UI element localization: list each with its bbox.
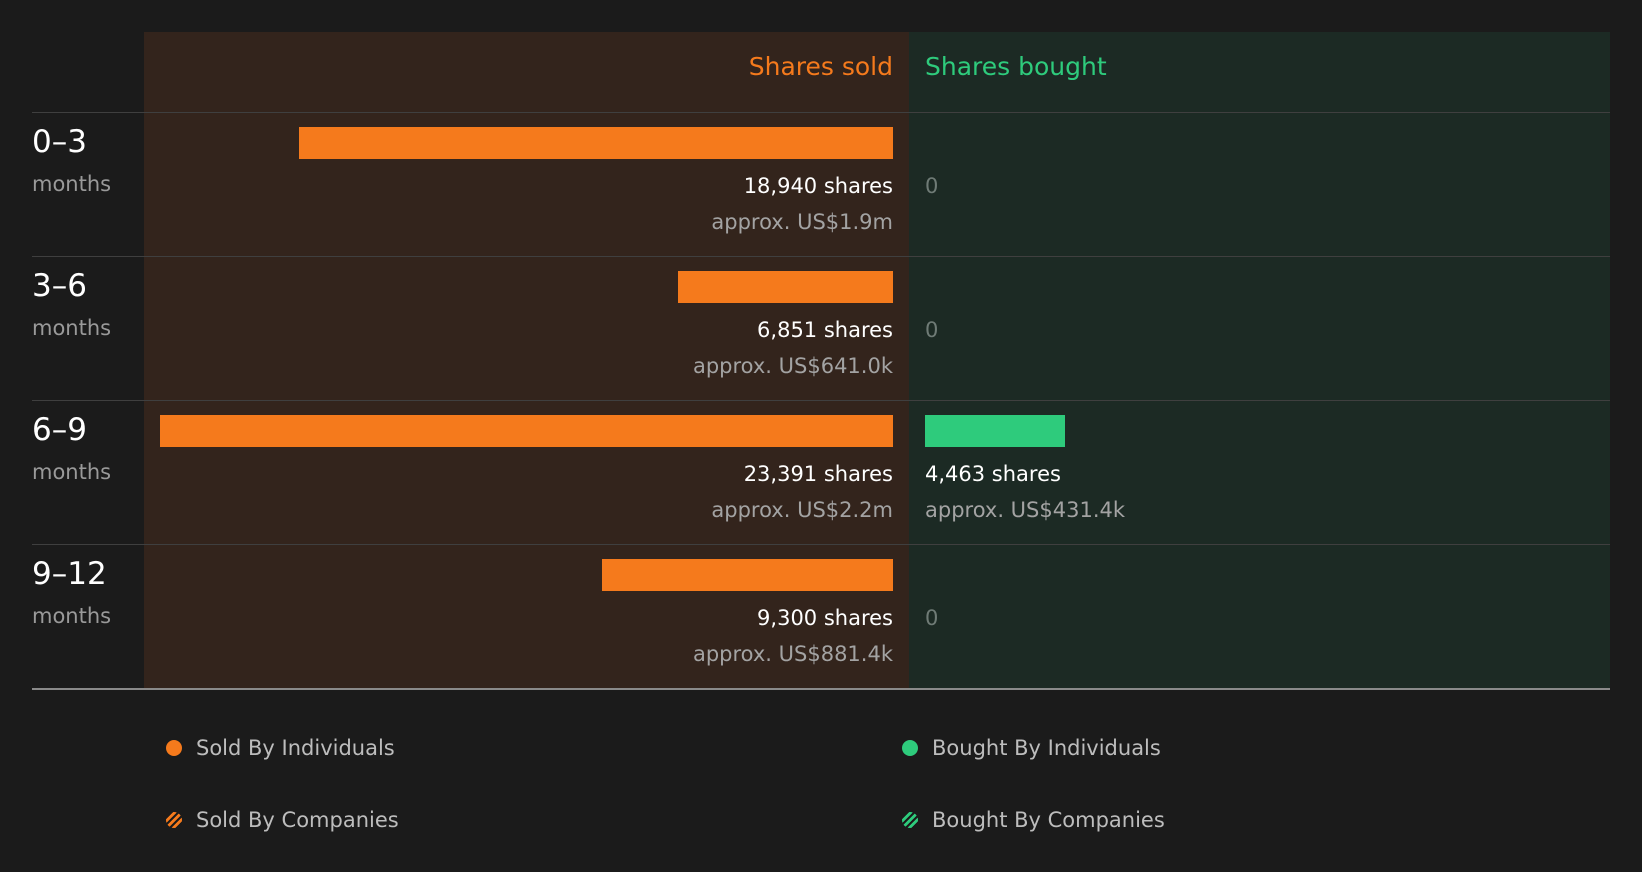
period-label: 9–12: [32, 556, 107, 592]
period-unit-label: months: [32, 316, 112, 340]
legend-item-sold-companies[interactable]: Sold By Companies: [166, 808, 399, 832]
hatched-dot-icon: [166, 812, 182, 828]
period-label: 3–6: [32, 268, 87, 304]
legend-label: Sold By Individuals: [196, 736, 395, 760]
legend-item-bought-individuals[interactable]: Bought By Individuals: [902, 736, 1161, 760]
sold-column-header: Shares sold: [748, 52, 893, 81]
bought-column-header: Shares bought: [925, 52, 1107, 81]
row-divider: [32, 544, 1610, 545]
bought-shares-label: 0: [925, 174, 939, 198]
sold-bar: [678, 271, 893, 303]
sold-value-label: approx. US$2.2m: [711, 498, 893, 522]
solid-dot-icon: [166, 740, 182, 756]
period-row: 0–3 months 18,940 shares approx. US$1.9m 0: [0, 112, 1642, 256]
sold-value-label: approx. US$1.9m: [711, 210, 893, 234]
sold-shares-label: 23,391 shares: [743, 462, 893, 486]
sold-bar: [160, 415, 893, 447]
period-label: 6–9: [32, 412, 87, 448]
hatched-dot-icon: [902, 812, 918, 828]
legend-label: Bought By Companies: [932, 808, 1165, 832]
solid-dot-icon: [902, 740, 918, 756]
sold-shares-label: 18,940 shares: [743, 174, 893, 198]
bought-value-label: approx. US$431.4k: [925, 498, 1126, 522]
row-divider: [32, 400, 1610, 401]
period-row: 6–9 months 23,391 shares approx. US$2.2m 4,4…: [0, 400, 1642, 544]
bought-shares-label: 4,463 shares: [925, 462, 1061, 486]
sold-value-label: approx. US$641.0k: [692, 354, 893, 378]
legend-label: Sold By Companies: [196, 808, 399, 832]
sold-shares-label: 6,851 shares: [757, 318, 893, 342]
legend-item-bought-companies[interactable]: Bought By Companies: [902, 808, 1165, 832]
bought-bar: [925, 415, 1065, 447]
row-divider: [32, 256, 1610, 257]
sold-shares-label: 9,300 shares: [757, 606, 893, 630]
sold-bar: [299, 127, 893, 159]
sold-bar: [602, 559, 893, 591]
period-row: 3–6 months 6,851 shares approx. US$641.0k 0: [0, 256, 1642, 400]
period-row: 9–12 months 9,300 shares approx. US$881.4k 0: [0, 544, 1642, 688]
period-unit-label: months: [32, 460, 112, 484]
bought-shares-label: 0: [925, 606, 939, 630]
period-label: 0–3: [32, 124, 87, 160]
row-divider: [32, 112, 1610, 113]
sold-value-label: approx. US$881.4k: [692, 642, 893, 666]
bought-shares-label: 0: [925, 318, 939, 342]
legend-label: Bought By Individuals: [932, 736, 1161, 760]
period-unit-label: months: [32, 604, 112, 628]
period-unit-label: months: [32, 172, 112, 196]
row-divider: [32, 688, 1610, 690]
legend-item-sold-individuals[interactable]: Sold By Individuals: [166, 736, 395, 760]
